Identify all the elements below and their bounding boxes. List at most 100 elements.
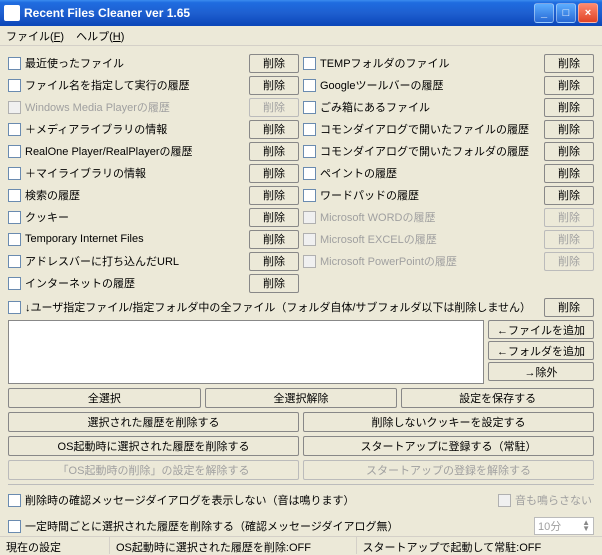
delete-button[interactable]: 削除 [249, 252, 299, 271]
history-checkbox[interactable] [303, 79, 316, 92]
unregister-startup-button: スタートアップの登録を解除する [303, 460, 594, 480]
interval-select: 10分 ▲▼ [534, 517, 594, 535]
history-label: 最近使ったファイル [25, 55, 249, 71]
left-column: 最近使ったファイル削除ファイル名を指定して実行の履歴削除Windows Medi… [8, 52, 299, 294]
history-label: Windows Media Playerの履歴 [25, 99, 249, 115]
interval-delete-label: 一定時間ごとに選択された履歴を削除する（確認メッセージダイアログ無） [25, 518, 534, 534]
interval-delete-checkbox[interactable] [8, 520, 21, 533]
history-row: ごみ箱にあるファイル削除 [303, 96, 594, 118]
delete-button[interactable]: 削除 [249, 164, 299, 183]
delete-button[interactable]: 削除 [249, 230, 299, 249]
history-label: ペイントの履歴 [320, 165, 544, 181]
history-checkbox[interactable] [8, 123, 21, 136]
delete-button[interactable]: 削除 [544, 76, 594, 95]
file-list-box[interactable] [8, 320, 484, 384]
history-checkbox[interactable] [303, 189, 316, 202]
delete-on-boot-button[interactable]: OS起動時に選択された履歴を削除する [8, 436, 299, 456]
history-checkbox [303, 233, 316, 246]
history-label: アドレスバーに打ち込んだURL [25, 253, 249, 269]
save-settings-button[interactable]: 設定を保存する [401, 388, 594, 408]
select-all-button[interactable]: 全選択 [8, 388, 201, 408]
status-boot: OS起動時に選択された履歴を削除:OFF [110, 537, 357, 554]
cookie-settings-button[interactable]: 削除しないクッキーを設定する [303, 412, 594, 432]
delete-button[interactable]: 削除 [544, 98, 594, 117]
status-label: 現在の設定 [0, 537, 110, 554]
statusbar: 現在の設定 OS起動時に選択された履歴を削除:OFF スタートアップで起動して常… [0, 536, 602, 554]
delete-button[interactable]: 削除 [544, 186, 594, 205]
history-label: Microsoft PowerPointの履歴 [320, 253, 544, 269]
deselect-all-button[interactable]: 全選択解除 [205, 388, 398, 408]
app-icon [4, 5, 20, 21]
history-label: ごみ箱にあるファイル [320, 99, 544, 115]
history-label: コモンダイアログで開いたフォルダの履歴 [320, 143, 544, 159]
titlebar: Recent Files Cleaner ver 1.65 _ □ × [0, 0, 602, 26]
spinner-icon: ▲▼ [582, 520, 590, 532]
add-folder-button[interactable]: ←フォルダを追加 [488, 341, 594, 360]
status-startup: スタートアップで起動して常駐:OFF [357, 537, 602, 554]
delete-button[interactable]: 削除 [249, 120, 299, 139]
history-checkbox[interactable] [303, 123, 316, 136]
maximize-button[interactable]: □ [556, 3, 576, 23]
history-row: アドレスバーに打ち込んだURL削除 [8, 250, 299, 272]
history-checkbox[interactable] [8, 233, 21, 246]
history-checkbox[interactable] [8, 189, 21, 202]
history-checkbox[interactable] [8, 255, 21, 268]
history-label: RealOne Player/RealPlayerの履歴 [25, 143, 249, 159]
history-row: ＋マイライブラリの情報削除 [8, 162, 299, 184]
history-label: クッキー [25, 209, 249, 225]
history-row: TEMPフォルダのファイル削除 [303, 52, 594, 74]
user-folder-delete-button[interactable]: 削除 [544, 298, 594, 317]
history-label: ワードパッドの履歴 [320, 187, 544, 203]
history-row: コモンダイアログで開いたフォルダの履歴削除 [303, 140, 594, 162]
cancel-boot-delete-button: 「OS起動時の削除」の設定を解除する [8, 460, 299, 480]
delete-button[interactable]: 削除 [249, 76, 299, 95]
history-row: Microsoft EXCELの履歴削除 [303, 228, 594, 250]
minimize-button[interactable]: _ [534, 3, 554, 23]
history-checkbox[interactable] [303, 101, 316, 114]
history-checkbox [8, 101, 21, 114]
history-row: インターネットの履歴削除 [8, 272, 299, 294]
delete-selected-button[interactable]: 選択された履歴を削除する [8, 412, 299, 432]
delete-button[interactable]: 削除 [544, 142, 594, 161]
history-label: ＋メディアライブラリの情報 [25, 121, 249, 137]
delete-button[interactable]: 削除 [544, 120, 594, 139]
delete-button[interactable]: 削除 [249, 186, 299, 205]
history-checkbox[interactable] [303, 167, 316, 180]
delete-button[interactable]: 削除 [249, 142, 299, 161]
delete-button[interactable]: 削除 [249, 274, 299, 293]
delete-button[interactable]: 削除 [249, 54, 299, 73]
history-row: Temporary Internet Files削除 [8, 228, 299, 250]
menu-file[interactable]: ファイル(F) [6, 28, 64, 43]
menu-help[interactable]: ヘルプ(H) [76, 28, 124, 43]
history-row: 検索の履歴削除 [8, 184, 299, 206]
delete-button[interactable]: 削除 [544, 164, 594, 183]
history-row: コモンダイアログで開いたファイルの履歴削除 [303, 118, 594, 140]
history-row: RealOne Player/RealPlayerの履歴削除 [8, 140, 299, 162]
delete-button[interactable]: 削除 [249, 208, 299, 227]
window-title: Recent Files Cleaner ver 1.65 [24, 6, 534, 20]
close-button[interactable]: × [578, 3, 598, 23]
history-checkbox[interactable] [303, 57, 316, 70]
history-checkbox[interactable] [8, 167, 21, 180]
register-startup-button[interactable]: スタートアップに登録する（常駐） [303, 436, 594, 456]
history-checkbox[interactable] [8, 79, 21, 92]
history-checkbox[interactable] [8, 277, 21, 290]
delete-button[interactable]: 削除 [544, 54, 594, 73]
user-folder-checkbox[interactable] [8, 301, 21, 314]
history-label: TEMPフォルダのファイル [320, 55, 544, 71]
user-folder-label: ↓ユーザ指定ファイル/指定フォルダ中の全ファイル（フォルダ自体/サブフォルダ以下… [25, 299, 544, 315]
no-sound-checkbox [498, 494, 511, 507]
history-row: ＋メディアライブラリの情報削除 [8, 118, 299, 140]
history-checkbox[interactable] [8, 211, 21, 224]
history-label: ＋マイライブラリの情報 [25, 165, 249, 181]
exclude-button[interactable]: →除外 [488, 362, 594, 381]
history-checkbox[interactable] [8, 57, 21, 70]
history-label: Temporary Internet Files [25, 233, 249, 245]
add-file-button[interactable]: ←ファイルを追加 [488, 320, 594, 339]
no-confirm-checkbox[interactable] [8, 494, 21, 507]
history-checkbox [303, 211, 316, 224]
history-row: 最近使ったファイル削除 [8, 52, 299, 74]
history-checkbox[interactable] [8, 145, 21, 158]
right-column: TEMPフォルダのファイル削除Googleツールバーの履歴削除ごみ箱にあるファイ… [303, 52, 594, 294]
history-checkbox[interactable] [303, 145, 316, 158]
